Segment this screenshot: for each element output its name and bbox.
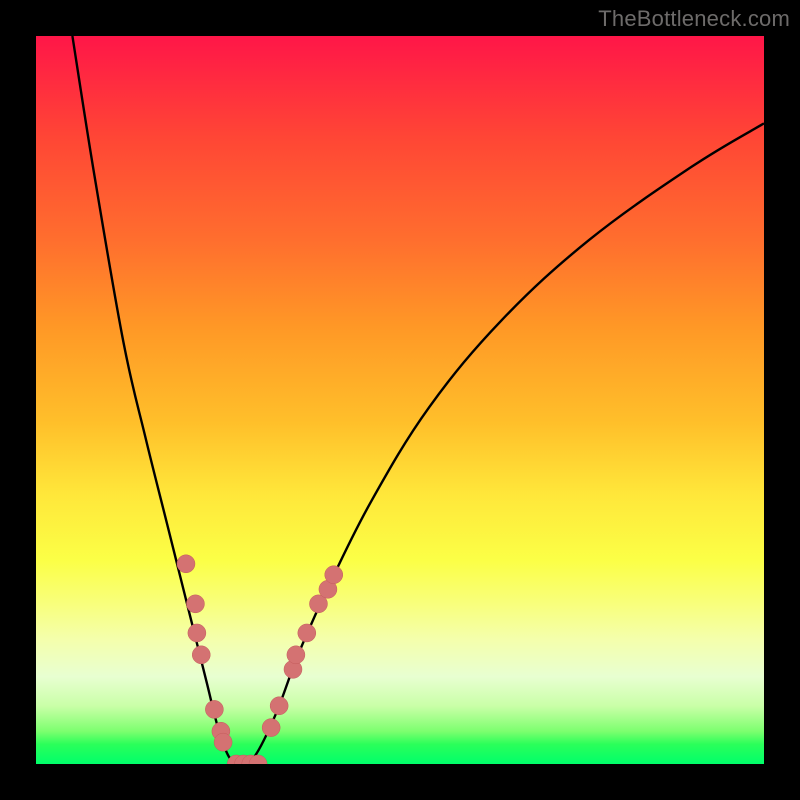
data-point — [205, 700, 223, 718]
data-point — [192, 646, 210, 664]
data-point — [186, 595, 204, 613]
plot-area — [36, 36, 764, 764]
chart-frame: TheBottleneck.com — [0, 0, 800, 800]
data-point — [298, 624, 316, 642]
curve-left-curve — [72, 36, 239, 764]
dot-layer — [177, 555, 343, 764]
data-point — [270, 697, 288, 715]
data-point — [325, 566, 343, 584]
watermark-text: TheBottleneck.com — [598, 6, 790, 32]
data-point — [214, 733, 232, 751]
data-point — [177, 555, 195, 573]
data-point — [262, 719, 280, 737]
data-point — [287, 646, 305, 664]
chart-svg — [36, 36, 764, 764]
data-point — [188, 624, 206, 642]
curve-layer — [72, 36, 764, 764]
curve-right-curve — [240, 123, 764, 764]
